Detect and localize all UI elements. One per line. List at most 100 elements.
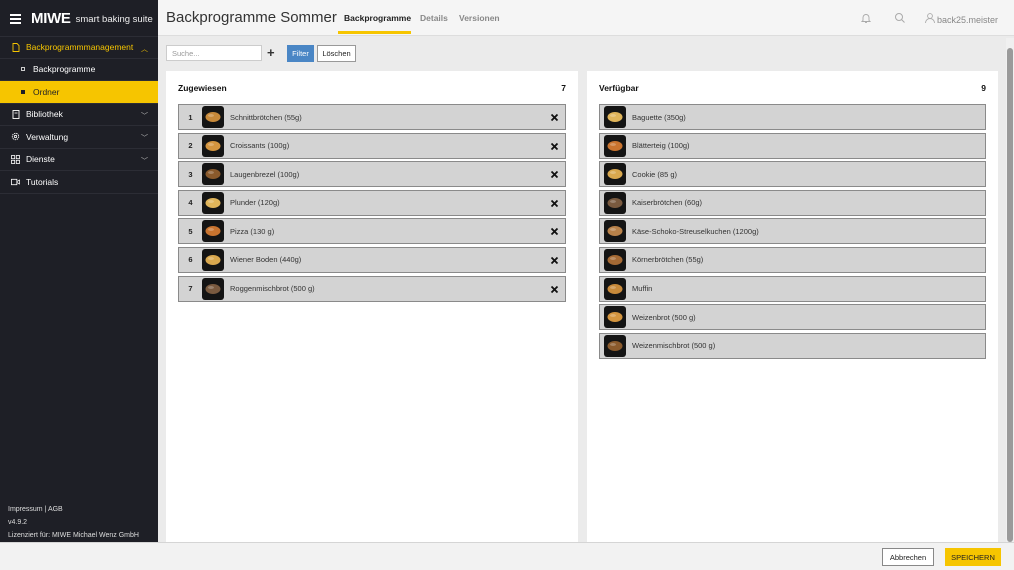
product-thumbnail <box>202 248 224 271</box>
header: Backprogramme Sommer Backprogramme Detai… <box>158 0 1014 36</box>
item-name: Kaiserbrötchen (60g) <box>632 198 703 208</box>
product-thumbnail <box>202 191 224 214</box>
sidebar-item-dienste[interactable]: Dienste ﹀ <box>0 149 158 171</box>
product-thumbnail <box>604 163 626 186</box>
user-icon[interactable] <box>924 11 936 24</box>
close-icon[interactable] <box>550 113 559 122</box>
item-name: Blätterteig (100g) <box>632 141 690 151</box>
square-bullet-icon <box>21 67 25 72</box>
item-name: Käse-Schoko-Streuselkuchen (1200g) <box>632 226 759 236</box>
item-name: Wiener Boden (440g) <box>230 255 302 265</box>
product-thumbnail <box>604 134 626 157</box>
item-name: Pizza (130 g) <box>230 226 275 236</box>
list-item[interactable]: Blätterteig (100g) <box>599 132 986 159</box>
list-item[interactable]: Cookie (85 g) <box>599 161 986 188</box>
square-bullet-icon <box>21 89 25 94</box>
close-icon[interactable] <box>550 256 559 265</box>
sidebar-item-bibliothek[interactable]: Bibliothek ﹀ <box>0 104 158 126</box>
list-item[interactable]: Weizenmischbrot (500 g) <box>599 332 986 359</box>
logo: MIWE <box>31 9 71 27</box>
legal-links[interactable]: Impressum | AGB <box>8 503 139 516</box>
panel-title: Zugewiesen <box>178 83 227 93</box>
item-name: Plunder (120g) <box>230 198 280 208</box>
list-item[interactable]: 1 Schnittbrötchen (55g) <box>178 104 566 130</box>
sidebar-nav: Backprogrammmanagement ︿ Backprogramme O… <box>0 36 158 194</box>
list-item[interactable]: 7 Roggenmischbrot (500 g) <box>178 275 566 302</box>
tab-details[interactable]: Details <box>420 13 448 23</box>
add-button[interactable]: + <box>267 46 275 60</box>
list-item[interactable]: Weizenbrot (500 g) <box>599 304 986 331</box>
panel-count: 9 <box>981 83 986 93</box>
scrollbar-thumb[interactable] <box>1007 48 1013 542</box>
product-thumbnail <box>604 106 626 128</box>
list-item[interactable]: Käse-Schoko-Streuselkuchen (1200g) <box>599 218 986 245</box>
sidebar-item-ordner[interactable]: Ordner <box>0 81 158 104</box>
close-icon[interactable] <box>550 142 559 151</box>
list-item[interactable]: 5 Pizza (130 g) <box>178 218 566 245</box>
item-name: Croissants (100g) <box>230 141 290 151</box>
sidebar-item-verwaltung[interactable]: Verwaltung ﹀ <box>0 126 158 149</box>
product-thumbnail <box>202 163 224 186</box>
search-input[interactable] <box>166 45 262 61</box>
item-name: Baguette (350g) <box>632 112 686 122</box>
active-tab-indicator <box>338 31 411 34</box>
scrollbar[interactable] <box>1006 38 1014 542</box>
product-thumbnail <box>202 277 224 300</box>
brand-bar: MIWE smart baking suite <box>0 0 158 36</box>
list-item[interactable]: 4 Plunder (120g) <box>178 189 566 216</box>
item-number: 1 <box>188 112 193 122</box>
close-icon[interactable] <box>550 170 559 179</box>
sidebar: MIWE smart baking suite Backprogrammmana… <box>0 0 158 542</box>
file-icon <box>11 42 20 52</box>
grid-icon <box>11 154 20 164</box>
sidebar-item-label: Bibliothek <box>26 109 63 120</box>
gear-icon <box>11 132 20 141</box>
sidebar-item-label: Backprogramme <box>33 64 96 75</box>
sidebar-item-label: Dienste <box>26 154 55 165</box>
item-number: 2 <box>188 141 193 151</box>
list-item[interactable]: 3 Laugenbrezel (100g) <box>178 161 566 188</box>
list-item[interactable]: 2 Croissants (100g) <box>178 132 566 159</box>
product-thumbnail <box>604 306 626 329</box>
list-item[interactable]: Baguette (350g) <box>599 104 986 130</box>
item-name: Roggenmischbrot (500 g) <box>230 284 315 294</box>
sidebar-item-backprogrammmanagement[interactable]: Backprogrammmanagement ︿ <box>0 36 158 59</box>
item-name: Schnittbrötchen (55g) <box>230 112 302 122</box>
item-number: 4 <box>188 198 193 208</box>
sidebar-item-tutorials[interactable]: Tutorials <box>0 171 158 194</box>
close-icon[interactable] <box>550 227 559 236</box>
list-item[interactable]: 6 Wiener Boden (440g) <box>178 246 566 273</box>
sidebar-item-label: Tutorials <box>26 176 59 187</box>
close-icon[interactable] <box>550 285 559 294</box>
book-icon <box>11 109 20 119</box>
list-item[interactable]: Körnerbrötchen (55g) <box>599 246 986 273</box>
product-thumbnail <box>604 191 626 214</box>
close-icon[interactable] <box>550 199 559 208</box>
tab-versionen[interactable]: Versionen <box>459 13 500 23</box>
sidebar-footer: Impressum | AGB v4.9.2 Lizenziert für: M… <box>8 503 139 542</box>
clear-button[interactable]: Löschen <box>317 45 356 62</box>
search-icon[interactable] <box>894 11 906 23</box>
tab-backprogramme[interactable]: Backprogramme <box>344 13 411 23</box>
assigned-panel: Zugewiesen 7 1 Schnittbrötchen (55g) 2 Croi… <box>166 71 578 542</box>
sidebar-item-backprogramme[interactable]: Backprogramme <box>0 59 158 81</box>
page-title: Backprogramme Sommer <box>166 9 337 26</box>
item-name: Weizenbrot (500 g) <box>632 312 696 322</box>
item-name: Körnerbrötchen (55g) <box>632 255 704 265</box>
bell-icon[interactable] <box>860 11 872 23</box>
product-thumbnail <box>202 134 224 157</box>
save-button[interactable]: SPEICHERN <box>945 548 1001 566</box>
item-number: 6 <box>188 255 193 265</box>
chevron-down-icon: ﹀ <box>141 157 148 165</box>
product-thumbnail <box>604 334 626 357</box>
sidebar-item-label: Ordner <box>33 86 60 97</box>
cancel-button[interactable]: Abbrechen <box>882 548 934 566</box>
filter-button[interactable]: Filter <box>287 45 314 62</box>
menu-icon[interactable] <box>10 13 21 24</box>
username[interactable]: back25.meister <box>937 15 998 25</box>
item-number: 7 <box>188 284 193 294</box>
list-item[interactable]: Muffin <box>599 275 986 302</box>
chevron-up-icon: ︿ <box>141 46 148 53</box>
product-thumbnail <box>604 248 626 271</box>
list-item[interactable]: Kaiserbrötchen (60g) <box>599 189 986 216</box>
